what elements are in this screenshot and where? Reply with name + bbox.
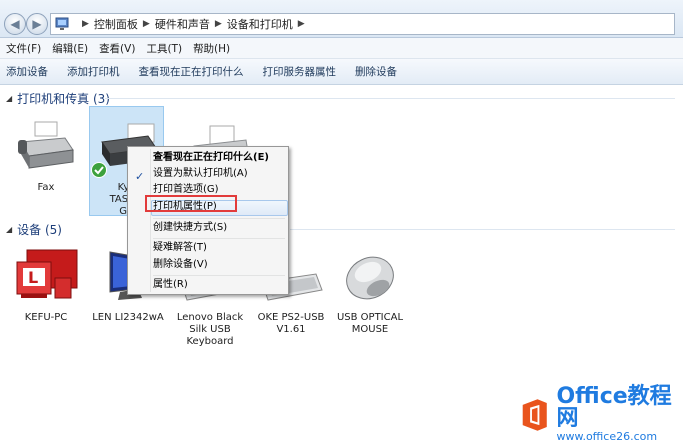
print-server-properties-button[interactable]: 打印服务器属性 (263, 64, 337, 79)
fax-icon (18, 121, 74, 169)
group-divider (105, 98, 675, 99)
mouse-icon (346, 256, 394, 300)
address-field[interactable]: ▶ 控制面板 ▶ 硬件和声音 ▶ 设备和打印机 ▶ (50, 13, 675, 35)
device-label-line2: MOUSE (351, 324, 389, 335)
address-bar-area: ◀ ▶ ▶ 控制面板 ▶ 硬件和声音 ▶ 设备和打印机 ▶ (0, 0, 683, 38)
breadcrumb-arrow-icon: ▶ (82, 19, 89, 29)
see-whats-printing-button[interactable]: 查看现在正在打印什么 (139, 64, 244, 79)
device-label-kefu-pc: KEFU-PC (24, 312, 68, 323)
default-printer-check-icon (91, 162, 107, 178)
device-usb-optical-mouse[interactable]: USB OPTICAL MOUSE (331, 248, 409, 336)
control-panel-icon (55, 17, 69, 30)
add-device-button[interactable]: 添加设备 (6, 64, 48, 79)
watermark: Office教程网 www.office26.com (519, 386, 683, 441)
add-printer-button[interactable]: 添加打印机 (67, 64, 120, 79)
back-button[interactable]: ◀ (4, 13, 26, 35)
group-divider (290, 229, 675, 230)
remove-device-button[interactable]: 删除设备 (355, 64, 397, 79)
office-logo-icon (522, 398, 547, 431)
device-kefu-pc[interactable]: L KEFU-PC (10, 248, 82, 324)
group-header-printers[interactable]: ◢ 打印机和传真 (3) (6, 90, 110, 107)
device-label-line1: USB OPTICAL (336, 312, 404, 323)
annotation-highlight-box (145, 195, 237, 212)
command-bar: 添加设备 添加打印机 查看现在正在打印什么 打印服务器属性 删除设备 (0, 59, 683, 85)
menu-tools[interactable]: 工具(T) (146, 41, 182, 56)
breadcrumb-arrow-icon: ▶ (214, 19, 222, 29)
group-header-devices[interactable]: ◢ 设备 (5) (6, 221, 62, 238)
menu-file[interactable]: 文件(F) (6, 41, 41, 56)
breadcrumb-arrow-icon: ▶ (142, 19, 150, 29)
menu-item-create-shortcut[interactable]: 创建快捷方式(S) (153, 219, 227, 237)
watermark-url: www.office26.com (556, 430, 658, 441)
breadcrumb-control-panel[interactable]: 控制面板 (94, 16, 138, 32)
menu-view[interactable]: 查看(V) (99, 41, 135, 56)
group-title-printers: 打印机和传真 (3) (17, 92, 110, 106)
device-label-fax: Fax (37, 182, 55, 193)
menu-item-properties[interactable]: 属性(R) (153, 276, 188, 294)
device-label-line1: OKE PS2-USB (257, 312, 325, 323)
breadcrumb-devices-printers[interactable]: 设备和打印机 (227, 16, 293, 32)
svg-text:L: L (28, 268, 38, 287)
collapse-triangle-icon[interactable]: ◢ (6, 225, 12, 234)
context-menu-gutter (150, 149, 151, 292)
checkmark-icon: ✓ (135, 170, 145, 183)
device-label-line1: Lenovo Black (176, 312, 244, 323)
devices-and-printers-window: ◀ ▶ ▶ 控制面板 ▶ 硬件和声音 ▶ 设备和打印机 ▶ 文件(F) 编辑(E… (0, 0, 683, 441)
context-menu: ✓ 查看现在正在打印什么(E) 设置为默认打印机(A) 打印首选项(G) 打印机… (127, 146, 289, 295)
watermark-brand: Office教程网 (556, 384, 672, 431)
device-label-line2: V1.61 (276, 324, 306, 335)
group-title-devices: 设备 (5) (17, 223, 62, 237)
menu-item-troubleshoot[interactable]: 疑难解答(T) (153, 239, 207, 257)
computer-icon: L (16, 249, 78, 299)
device-fax[interactable]: Fax (10, 120, 82, 194)
device-label-line3: Keyboard (186, 336, 234, 347)
menu-edit[interactable]: 编辑(E) (52, 41, 88, 56)
menu-item-remove-device[interactable]: 删除设备(V) (153, 256, 208, 274)
device-label-len: LEN LI2342wA (92, 312, 164, 323)
forward-button[interactable]: ▶ (26, 13, 48, 35)
breadcrumb-hardware-sound[interactable]: 硬件和声音 (155, 16, 210, 32)
device-label-line2: Silk USB (189, 324, 231, 335)
breadcrumb-arrow-icon: ▶ (297, 19, 305, 29)
menu-help[interactable]: 帮助(H) (193, 41, 230, 56)
collapse-triangle-icon[interactable]: ◢ (6, 94, 12, 103)
menu-bar: 文件(F) 编辑(E) 查看(V) 工具(T) 帮助(H) (0, 38, 683, 59)
